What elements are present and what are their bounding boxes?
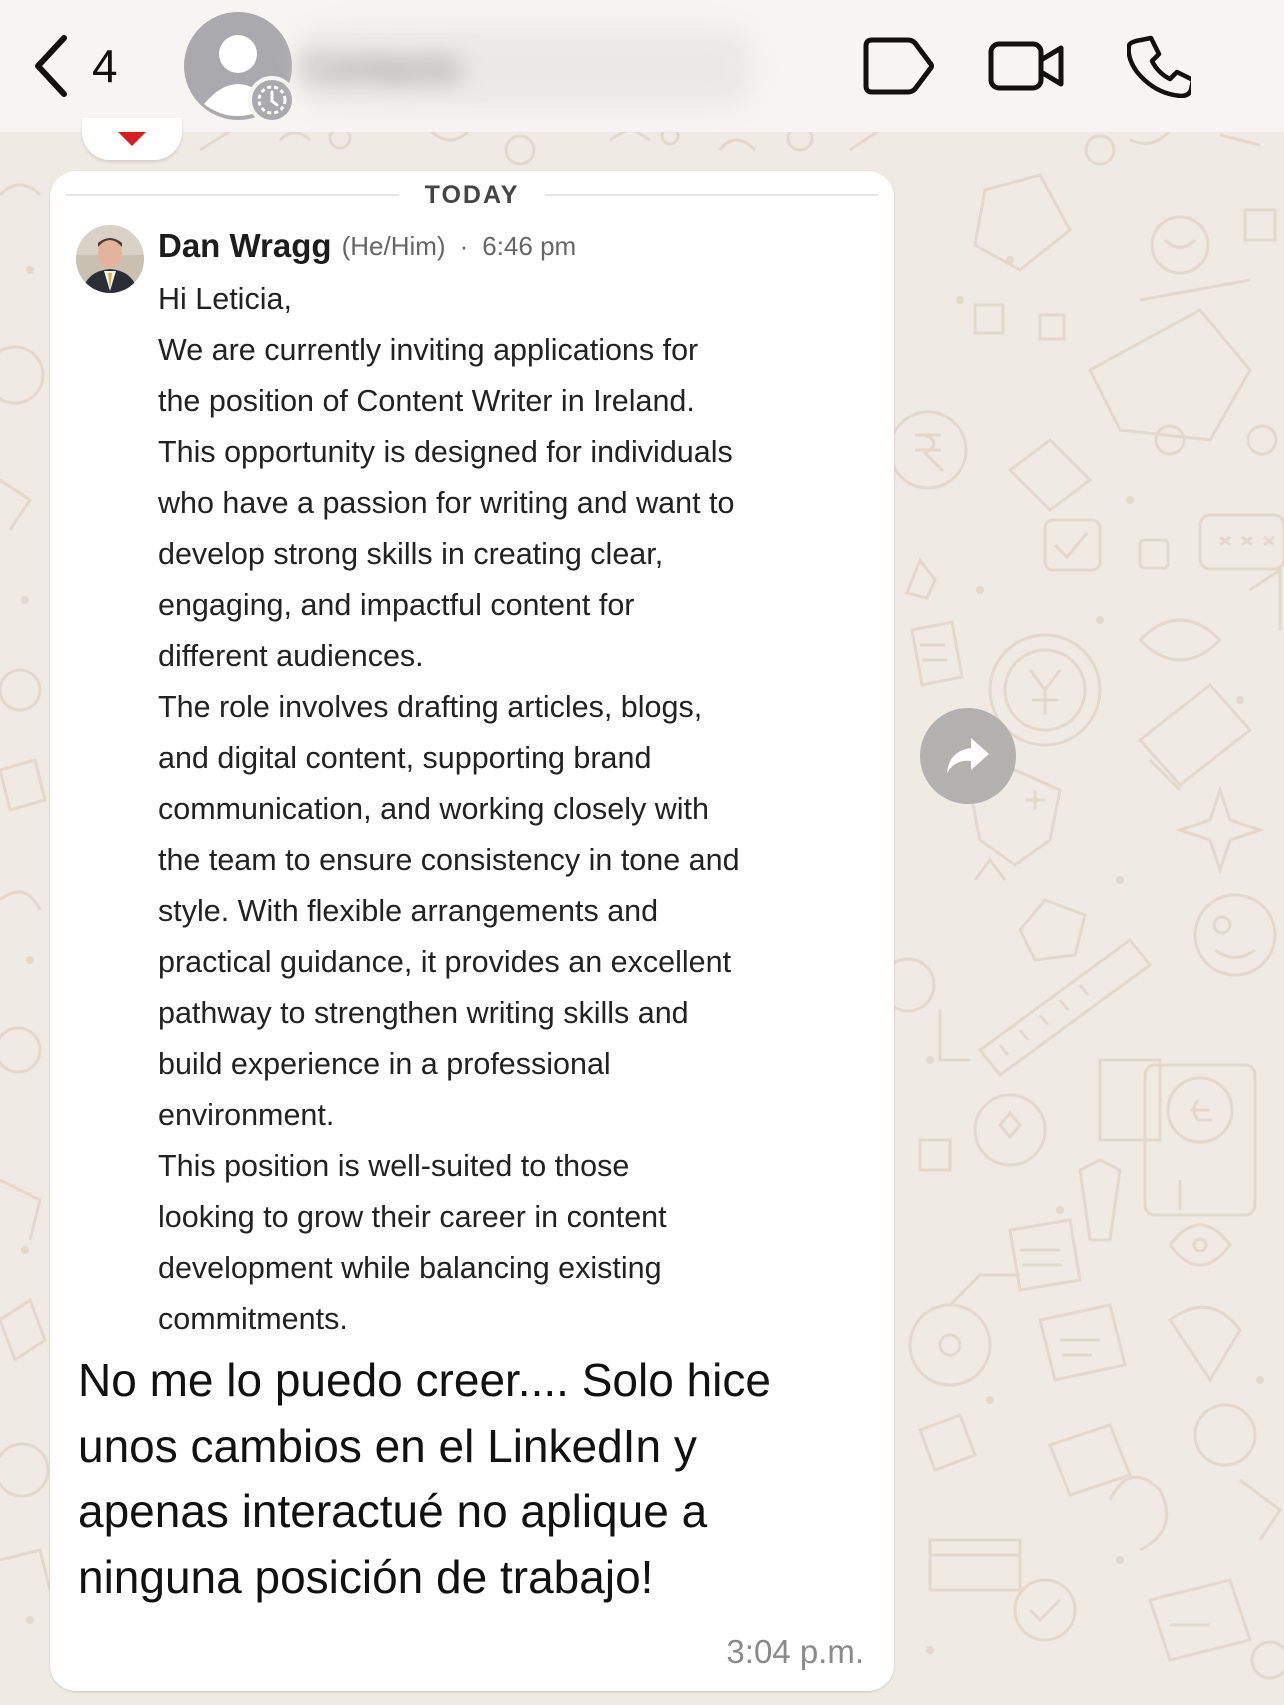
label-tag-icon [863, 37, 934, 95]
label-button[interactable] [856, 28, 936, 104]
quoted-line: environment. [158, 1098, 335, 1132]
quoted-line: who have a passion for writing and want … [158, 486, 735, 520]
quoted-line: We are currently inviting applications f… [158, 333, 699, 367]
message-timestamp: 3:04 p.m. [726, 1633, 864, 1670]
video-camera-icon [988, 41, 1064, 91]
quoted-line: practical guidance, it provides an excel… [158, 945, 732, 979]
message-line: unos cambios en el LinkedIn y [78, 1419, 697, 1472]
quoted-line: communication, and working closely with [158, 792, 709, 826]
forward-arrow-icon [947, 738, 989, 773]
message-text: No me lo puedo creer.... Solo hice unos … [78, 1348, 878, 1610]
divider [66, 194, 399, 196]
quoted-line: commitments. [158, 1302, 348, 1336]
separator-dot: · [459, 230, 469, 261]
divider [545, 194, 879, 196]
quoted-timestamp: 6:46 pm [482, 230, 577, 261]
quoted-line: looking to grow their career in content [158, 1200, 667, 1234]
quoted-line: the team to ensure consistency in tone a… [158, 843, 740, 877]
quoted-line: develop strong skills in creating clear, [158, 537, 664, 571]
quoted-line: and digital content, supporting brand [158, 741, 652, 775]
forward-button[interactable] [920, 708, 1016, 804]
video-call-button[interactable] [986, 28, 1068, 104]
quoted-line: different audiences. [158, 639, 424, 673]
back-button[interactable]: 4 [30, 30, 118, 102]
message-line: apenas interactué no aplique a [78, 1485, 708, 1537]
quoted-line: the position of Content Writer in Irelan… [158, 384, 695, 418]
quoted-line: build experience in a professional [158, 1047, 611, 1081]
quoted-line: development while balancing existing [158, 1251, 662, 1285]
contact-avatar[interactable] [184, 12, 292, 120]
phone-icon [1127, 35, 1191, 98]
quoted-line: This opportunity is designed for individ… [158, 435, 733, 469]
quoted-line: Hi Leticia, [158, 282, 292, 316]
message-line: ninguna posición de trabajo! [78, 1550, 654, 1603]
quoted-line: style. With flexible arrangements and [158, 894, 659, 928]
quoted-line: This position is well-suited to those [158, 1149, 630, 1183]
sender-pronouns: (He/Him) [341, 230, 446, 261]
date-separator: TODAY [66, 175, 879, 215]
voice-call-button[interactable] [1124, 28, 1194, 104]
sender-avatar [76, 225, 144, 293]
chevron-left-icon [35, 35, 67, 97]
contact-name[interactable]: Contacto [300, 22, 752, 114]
sender-name[interactable]: Dan Wragg [158, 227, 332, 265]
message-bubble[interactable]: TODAY Dan Wragg (He/Him) · 6:46 pm Hi Le… [50, 171, 894, 1691]
message-line: No me lo puedo creer.... Solo hice [78, 1354, 771, 1406]
date-label: TODAY [424, 180, 520, 209]
quoted-line: engaging, and impactful content for [158, 588, 635, 622]
unread-count: 4 [92, 40, 118, 92]
quoted-line: pathway to strengthen writing skills and [158, 996, 689, 1030]
quoted-sender-row: Dan Wragg (He/Him) · 6:46 pm [158, 223, 576, 269]
quoted-line: The role involves drafting articles, blo… [158, 690, 703, 724]
quoted-message-text: Hi Leticia, We are currently inviting ap… [158, 274, 848, 1345]
chat-header: 4 Contacto [0, 0, 1284, 132]
heart-reaction-icon [118, 132, 146, 146]
